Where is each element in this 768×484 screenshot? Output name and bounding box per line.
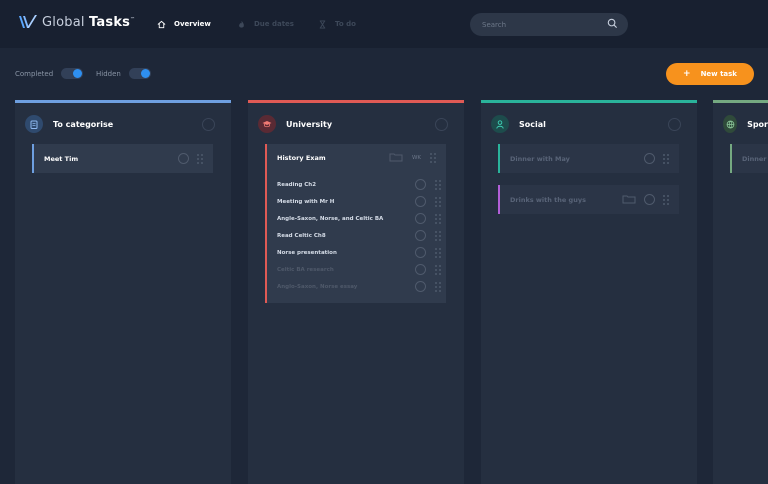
toggle-knob bbox=[140, 69, 150, 78]
complete-circle-icon[interactable] bbox=[644, 153, 655, 164]
subtask-title: Angle-Saxon, Norse, and Celtic BA bbox=[277, 215, 384, 222]
task-title: Dinner bbox=[742, 154, 767, 163]
column-header: Social bbox=[481, 103, 697, 145]
graduation-cap-icon bbox=[258, 115, 276, 133]
hourglass-icon bbox=[318, 19, 327, 29]
column-title: To categorise bbox=[53, 119, 114, 129]
subtask-title: Reading Ch2 bbox=[277, 181, 317, 188]
drag-handle-icon[interactable] bbox=[435, 179, 441, 190]
column-sports: Spor Dinner bbox=[713, 100, 768, 484]
drag-handle-icon[interactable] bbox=[430, 153, 436, 163]
new-task-button[interactable]: + New task bbox=[666, 63, 754, 85]
globe-icon bbox=[723, 115, 738, 133]
column-social: Social Dinner with May Drinks with the g… bbox=[481, 100, 697, 484]
app-logo[interactable]: Global Tasks™ bbox=[18, 14, 135, 30]
subtask-title: Read Celtic Ch8 bbox=[277, 232, 326, 239]
subtask-row[interactable]: Read Celtic Ch8 bbox=[277, 229, 441, 242]
column-options-icon[interactable] bbox=[668, 118, 681, 131]
logo-mark-icon bbox=[19, 15, 37, 28]
subtask-title: Anglo-Saxon, Norse essay bbox=[277, 283, 358, 290]
task-title: History Exam bbox=[277, 154, 326, 162]
column-categorise: To categorise Meet Tim bbox=[15, 100, 231, 484]
task-date: WK bbox=[411, 155, 421, 161]
column-title: Social bbox=[519, 119, 546, 129]
search-icon[interactable] bbox=[607, 18, 618, 31]
clipboard-icon bbox=[25, 115, 43, 133]
subtask-row-completed[interactable]: Anglo-Saxon, Norse essay bbox=[277, 280, 441, 293]
task-card[interactable]: Dinner bbox=[730, 144, 768, 173]
hidden-toggle[interactable] bbox=[128, 68, 151, 79]
column-header: University bbox=[248, 103, 464, 145]
plus-icon: + bbox=[683, 69, 691, 79]
folder-icon[interactable] bbox=[622, 194, 636, 206]
completed-filter: Completed bbox=[15, 68, 84, 79]
drag-handle-icon[interactable] bbox=[197, 153, 203, 164]
column-options-icon[interactable] bbox=[202, 118, 215, 131]
column-options-icon[interactable] bbox=[435, 118, 448, 131]
column-title: Spor bbox=[747, 119, 768, 129]
app-title: Global Tasks™ bbox=[42, 14, 136, 30]
drag-handle-icon[interactable] bbox=[663, 153, 669, 164]
complete-circle-icon[interactable] bbox=[415, 179, 426, 190]
subtask-row[interactable]: Norse presentation bbox=[277, 246, 441, 259]
task-card[interactable]: Drinks with the guys bbox=[498, 185, 679, 214]
drag-handle-icon[interactable] bbox=[435, 213, 441, 224]
nav-due-dates-label: Due dates bbox=[254, 20, 294, 28]
completed-label: Completed bbox=[15, 69, 54, 78]
complete-circle-icon[interactable] bbox=[415, 230, 426, 241]
toggle-knob bbox=[73, 69, 83, 78]
nav-overview-label: Overview bbox=[174, 20, 211, 28]
subtask-title: Meeting with Mr H bbox=[277, 198, 335, 205]
completed-toggle[interactable] bbox=[61, 68, 84, 79]
task-card[interactable]: Meet Tim bbox=[32, 144, 213, 173]
new-task-label: New task bbox=[700, 70, 737, 78]
completed-check-icon[interactable] bbox=[415, 281, 426, 292]
column-title: University bbox=[286, 119, 333, 129]
task-card-expanded[interactable]: History Exam WK Reading Ch2 Meeting with… bbox=[265, 144, 446, 303]
complete-circle-icon[interactable] bbox=[415, 247, 426, 258]
subtask-row[interactable]: Angle-Saxon, Norse, and Celtic BA bbox=[277, 212, 441, 225]
nav-overview[interactable]: Overview bbox=[157, 0, 211, 48]
hidden-filter: Hidden bbox=[96, 68, 151, 79]
task-title: Dinner with May bbox=[510, 154, 570, 163]
fire-icon bbox=[237, 20, 246, 29]
drag-handle-icon[interactable] bbox=[435, 247, 441, 258]
person-icon bbox=[491, 115, 509, 133]
task-title: Meet Tim bbox=[44, 154, 79, 163]
complete-circle-icon[interactable] bbox=[415, 196, 426, 207]
subtask-row[interactable]: Meeting with Mr H bbox=[277, 195, 441, 208]
hidden-label: Hidden bbox=[96, 69, 121, 78]
folder-icon[interactable] bbox=[389, 152, 403, 164]
nav-todo-label: To do bbox=[335, 20, 356, 28]
drag-handle-icon[interactable] bbox=[435, 230, 441, 241]
task-card[interactable]: Dinner with May bbox=[498, 144, 679, 173]
column-header: To categorise bbox=[15, 103, 231, 145]
top-bar: Global Tasks™ Overview Due dates To do S… bbox=[0, 0, 768, 48]
drag-handle-icon[interactable] bbox=[435, 196, 441, 207]
drag-handle-icon[interactable] bbox=[663, 194, 669, 205]
subtask-title: Celtic BA research bbox=[277, 266, 334, 273]
drag-handle-icon[interactable] bbox=[435, 264, 441, 275]
task-title: Drinks with the guys bbox=[510, 195, 586, 204]
subtask-row[interactable]: Reading Ch2 bbox=[277, 178, 441, 191]
home-icon bbox=[157, 20, 166, 29]
complete-circle-icon[interactable] bbox=[644, 194, 655, 205]
drag-handle-icon[interactable] bbox=[435, 281, 441, 292]
complete-circle-icon[interactable] bbox=[415, 213, 426, 224]
search-placeholder: Search bbox=[482, 20, 507, 29]
subtask-row-completed[interactable]: Celtic BA research bbox=[277, 263, 441, 276]
complete-circle-icon[interactable] bbox=[178, 153, 189, 164]
nav-todo[interactable]: To do bbox=[318, 0, 356, 48]
completed-check-icon[interactable] bbox=[415, 264, 426, 275]
subtask-title: Norse presentation bbox=[277, 249, 337, 256]
column-university: University History Exam WK Reading Ch2 M… bbox=[248, 100, 464, 484]
search-input[interactable]: Search bbox=[470, 13, 628, 36]
column-header: Spor bbox=[713, 103, 768, 145]
nav-due-dates[interactable]: Due dates bbox=[237, 0, 294, 48]
